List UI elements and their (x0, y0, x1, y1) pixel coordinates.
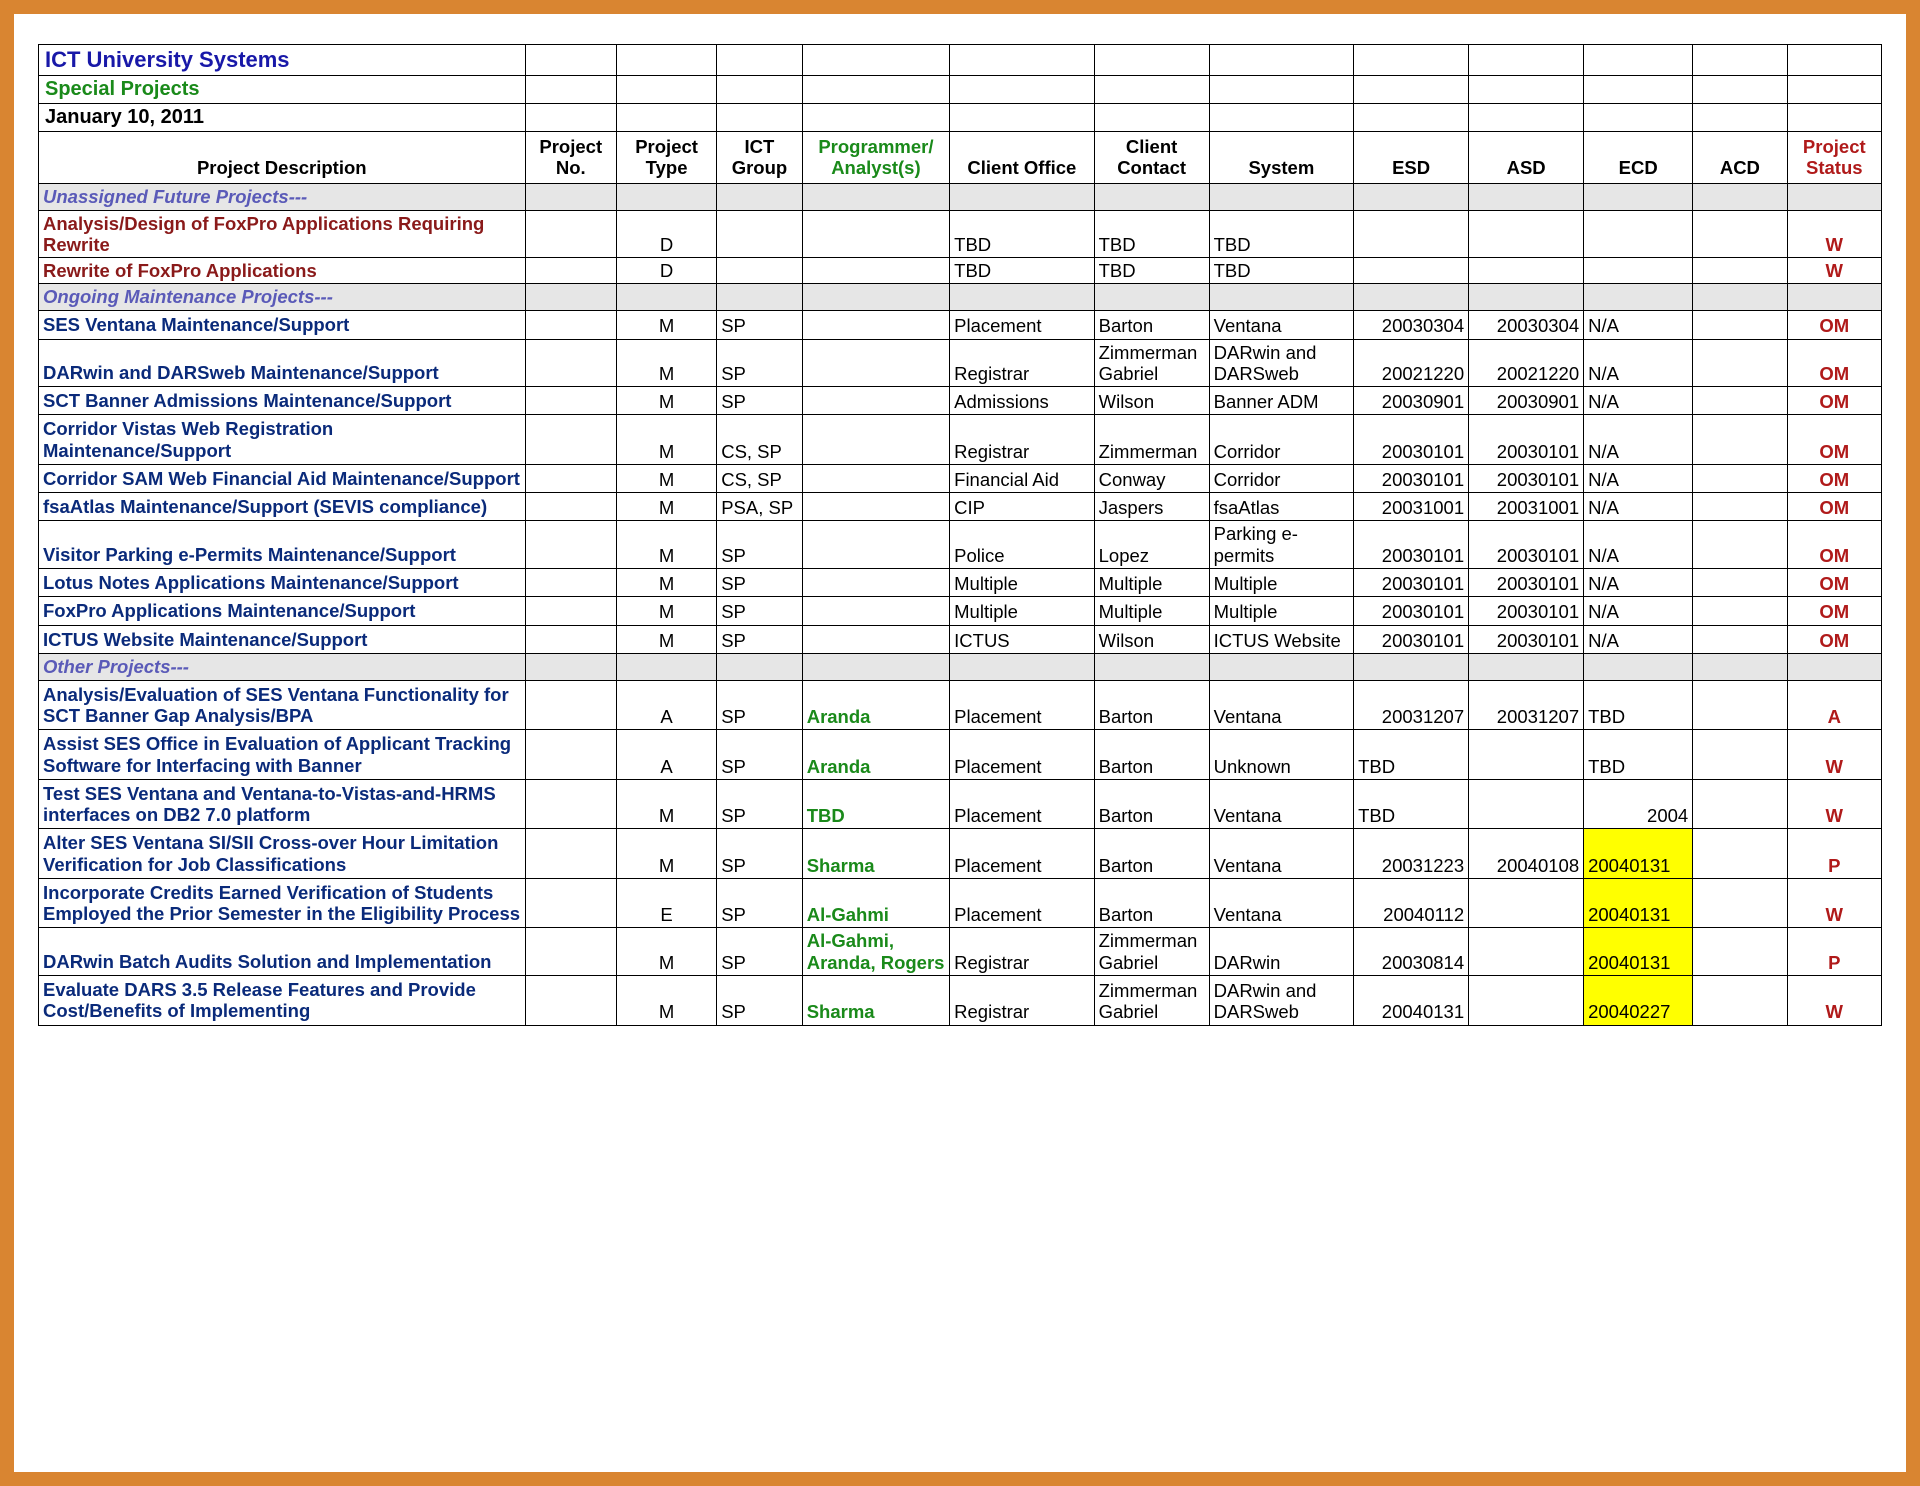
hdr-ecd: ECD (1584, 132, 1693, 184)
table-row: Assist SES Office in Evaluation of Appli… (39, 730, 1882, 780)
table-row: Analysis/Design of FoxPro Applications R… (39, 210, 1882, 258)
cell-pno[interactable] (525, 210, 616, 258)
hdr-office: Client Office (950, 132, 1094, 184)
cell-office[interactable]: TBD (950, 210, 1094, 258)
table-row: SES Ventana Maintenance/Support M SP Pla… (39, 311, 1882, 339)
table-row: ICTUS Website Maintenance/Support M SP I… (39, 625, 1882, 653)
section-label: Unassigned Future Projects--- (39, 183, 526, 210)
cell-status[interactable]: W (1787, 210, 1881, 258)
subtitle: Special Projects (39, 76, 526, 104)
hdr-status: Project Status (1787, 132, 1881, 184)
hdr-esd: ESD (1354, 132, 1469, 184)
hdr-prog: Programmer/ Analyst(s) (802, 132, 949, 184)
title-row-2: Special Projects (39, 76, 1882, 104)
table-row: SCT Banner Admissions Maintenance/Suppor… (39, 387, 1882, 415)
table-row: Evaluate DARS 3.5 Release Features and P… (39, 975, 1882, 1025)
section-label: Other Projects--- (39, 653, 526, 680)
section-other: Other Projects--- (39, 653, 1882, 680)
org-title: ICT University Systems (39, 45, 526, 76)
table-row: Corridor SAM Web Financial Aid Maintenan… (39, 464, 1882, 492)
hdr-contact: Client Contact (1094, 132, 1209, 184)
cell-asd[interactable] (1469, 210, 1584, 258)
section-label: Ongoing Maintenance Projects--- (39, 284, 526, 311)
table-row: Analysis/Evaluation of SES Ventana Funct… (39, 680, 1882, 730)
table-row: Alter SES Ventana SI/SII Cross-over Hour… (39, 829, 1882, 879)
report-date: January 10, 2011 (39, 104, 526, 132)
hdr-desc: Project Description (39, 132, 526, 184)
cell-ecd-highlighted[interactable]: 20040131 (1584, 928, 1693, 976)
section-unassigned: Unassigned Future Projects--- (39, 183, 1882, 210)
table-row: DARwin and DARSweb Maintenance/Support M… (39, 339, 1882, 387)
cell-esd[interactable] (1354, 210, 1469, 258)
table-row: FoxPro Applications Maintenance/Support … (39, 597, 1882, 625)
hdr-system: System (1209, 132, 1353, 184)
cell-desc[interactable]: Rewrite of FoxPro Applications (39, 258, 526, 284)
table-row: Visitor Parking e-Permits Maintenance/Su… (39, 521, 1882, 569)
cell-system[interactable]: TBD (1209, 210, 1353, 258)
title-row-1: ICT University Systems (39, 45, 1882, 76)
table-row: Lotus Notes Applications Maintenance/Sup… (39, 568, 1882, 596)
hdr-acd: ACD (1693, 132, 1787, 184)
hdr-ptype: Project Type (616, 132, 716, 184)
cell-contact[interactable]: TBD (1094, 210, 1209, 258)
table-row: Rewrite of FoxPro Applications D TBD TBD… (39, 258, 1882, 284)
header-row: Project Description Project No. Project … (39, 132, 1882, 184)
cell-ecd[interactable] (1584, 210, 1693, 258)
section-ongoing: Ongoing Maintenance Projects--- (39, 284, 1882, 311)
projects-table: ICT University Systems Special Projects … (38, 44, 1882, 1026)
table-row: Incorporate Credits Earned Verification … (39, 878, 1882, 928)
cell-ptype[interactable]: D (616, 210, 716, 258)
cell-acd[interactable] (1693, 210, 1787, 258)
title-row-3: January 10, 2011 (39, 104, 1882, 132)
spreadsheet-page: ICT University Systems Special Projects … (0, 0, 1920, 1486)
cell-ecd-highlighted[interactable]: 20040227 (1584, 975, 1693, 1025)
cell-grp[interactable] (717, 210, 803, 258)
hdr-asd: ASD (1469, 132, 1584, 184)
table-row: Test SES Ventana and Ventana-to-Vistas-a… (39, 779, 1882, 829)
cell-ecd-highlighted[interactable]: 20040131 (1584, 829, 1693, 879)
hdr-pno: Project No. (525, 132, 616, 184)
cell-prog[interactable] (802, 210, 949, 258)
cell-desc[interactable]: Analysis/Design of FoxPro Applications R… (39, 210, 526, 258)
table-row: Corridor Vistas Web Registration Mainten… (39, 415, 1882, 465)
hdr-grp: ICT Group (717, 132, 803, 184)
table-row: fsaAtlas Maintenance/Support (SEVIS comp… (39, 493, 1882, 521)
table-row: DARwin Batch Audits Solution and Impleme… (39, 928, 1882, 976)
cell-ecd-highlighted[interactable]: 20040131 (1584, 878, 1693, 928)
